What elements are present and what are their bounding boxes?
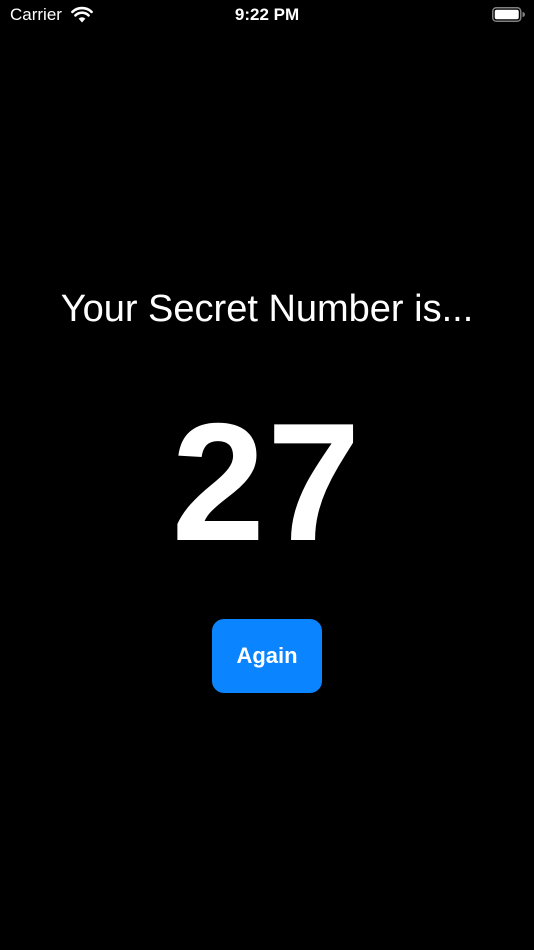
battery-full-icon bbox=[492, 7, 525, 22]
again-button[interactable]: Again bbox=[212, 619, 322, 693]
status-time: 9:22 PM bbox=[234, 5, 300, 24]
status-bar: Carrier 9:22 PM bbox=[0, 0, 534, 32]
secret-number-heading: Your Secret Number is... bbox=[60, 288, 474, 330]
app-screen: Carrier 9:22 PM Your Secret Number is...… bbox=[0, 0, 534, 950]
secret-number-value: 27 bbox=[171, 388, 363, 576]
